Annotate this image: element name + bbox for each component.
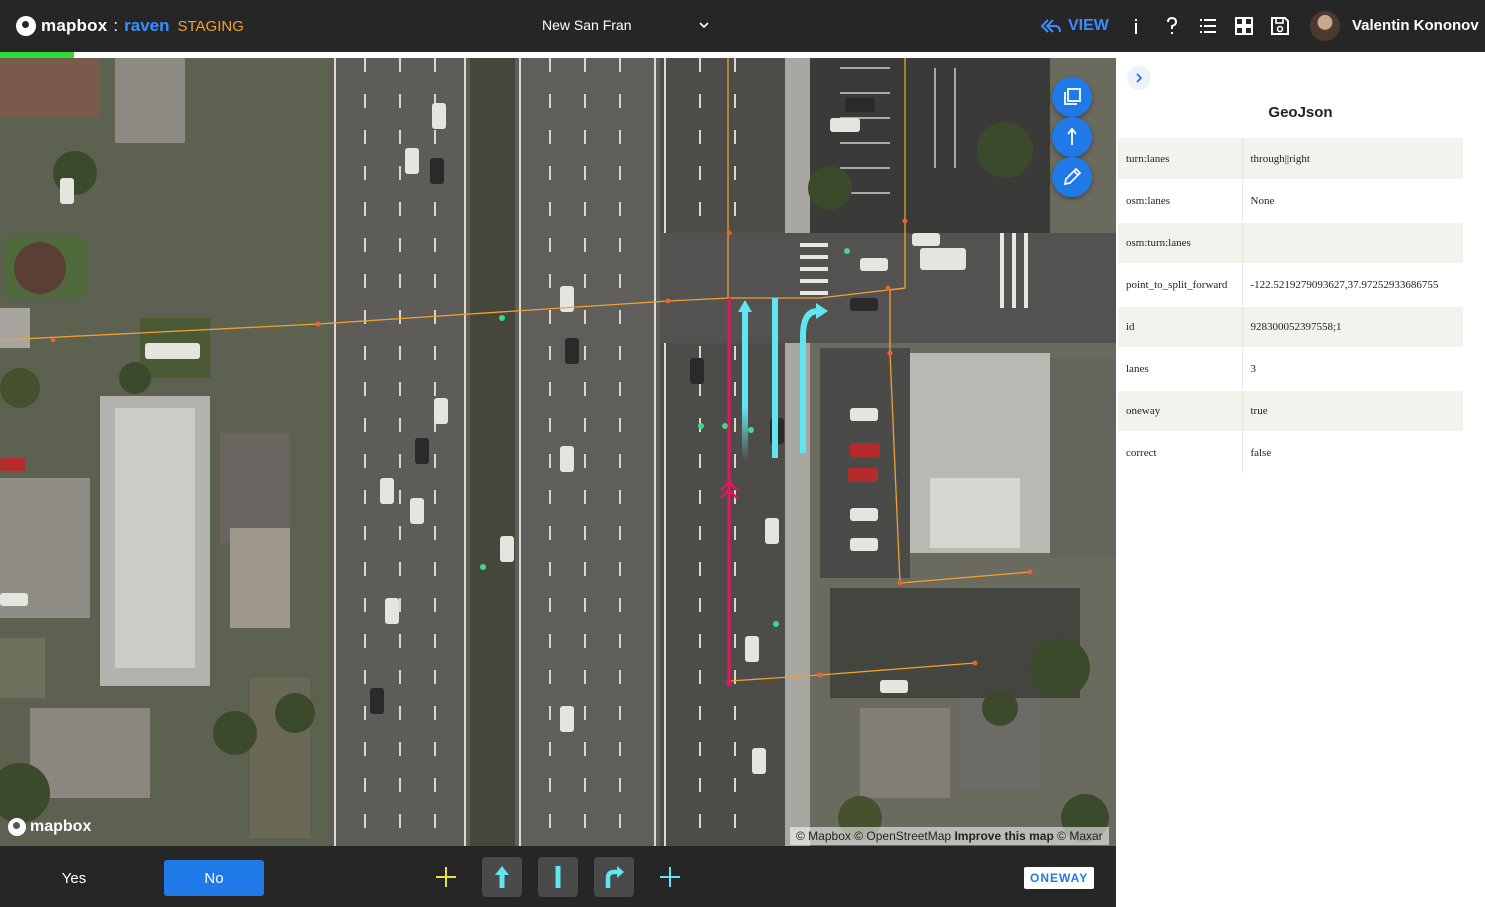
- view-mode-label: VIEW: [1068, 17, 1109, 34]
- property-value: None: [1242, 180, 1463, 223]
- through-lane-button[interactable]: [482, 857, 522, 897]
- layers-icon: [1064, 88, 1081, 105]
- app-brand[interactable]: mapbox : raven STAGING: [16, 13, 244, 39]
- oneway-badge: ONEWAY: [1024, 867, 1095, 889]
- yes-button[interactable]: Yes: [24, 860, 124, 896]
- save-icon[interactable]: [1269, 15, 1291, 37]
- property-key: id: [1118, 306, 1243, 349]
- direction-icon: [1067, 127, 1077, 145]
- table-row: lanes 3: [1118, 348, 1463, 391]
- property-value: 928300052397558;1: [1242, 306, 1463, 349]
- review-toolbar: Yes No ONEWAY: [0, 846, 1116, 907]
- property-value: true: [1242, 390, 1463, 433]
- brand-mapbox: mapbox: [41, 16, 108, 35]
- table-row: oneway true: [1118, 390, 1463, 433]
- table-row: osm:turn:lanes: [1118, 222, 1463, 265]
- user-name[interactable]: Valentin Kononov: [1352, 17, 1479, 34]
- property-key: osm:lanes: [1118, 180, 1243, 223]
- no-button[interactable]: No: [164, 860, 264, 896]
- property-key: oneway: [1118, 390, 1243, 433]
- table-row: turn:lanes through||right: [1118, 138, 1463, 181]
- map-view[interactable]: mapbox © Mapbox © OpenStreetMap Improve …: [0, 58, 1116, 846]
- brand-product: raven: [124, 16, 170, 35]
- view-mode-button[interactable]: VIEW: [1040, 14, 1109, 38]
- none-lane-icon: [555, 866, 561, 888]
- improve-map-link[interactable]: Improve this map: [954, 829, 1053, 843]
- table-row: osm:lanes None: [1118, 180, 1463, 223]
- top-bar: mapbox : raven STAGING New San Fran VIEW: [0, 0, 1485, 52]
- property-value: -122.5219279093627,37.97252933686755: [1242, 264, 1463, 307]
- avatar[interactable]: [1310, 11, 1340, 41]
- right-turn-lane-button[interactable]: [594, 857, 634, 897]
- edit-pencil-icon: [1063, 167, 1082, 186]
- property-key: lanes: [1118, 348, 1243, 391]
- info-icon[interactable]: [1125, 15, 1147, 37]
- attribution-osm[interactable]: © OpenStreetMap: [854, 829, 951, 843]
- property-value: through||right: [1242, 138, 1463, 181]
- reply-all-icon: [1040, 19, 1061, 33]
- region-selector[interactable]: New San Fran: [542, 17, 631, 33]
- property-key: correct: [1118, 432, 1243, 475]
- table-row: id 928300052397558;1: [1118, 306, 1463, 349]
- property-key: point_to_split_forward: [1118, 264, 1243, 307]
- grid-icon[interactable]: [1233, 15, 1255, 37]
- environment-label: STAGING: [177, 17, 244, 35]
- map-logo[interactable]: mapbox: [8, 818, 91, 836]
- collapse-panel-button[interactable]: [1127, 66, 1151, 90]
- attribution-mapbox[interactable]: © Mapbox: [796, 829, 851, 843]
- chevron-right-icon: [1136, 73, 1143, 83]
- edit-button[interactable]: [1052, 157, 1092, 197]
- brand-separator: :: [113, 16, 119, 35]
- property-value: false: [1242, 432, 1463, 475]
- direction-button[interactable]: [1052, 117, 1092, 157]
- add-lane-right-icon[interactable]: [657, 864, 683, 890]
- none-lane-button[interactable]: [538, 857, 578, 897]
- mapbox-logo-icon: [8, 818, 26, 836]
- panel-title: GeoJson: [1268, 104, 1333, 121]
- map-attribution: © Mapbox © OpenStreetMap Improve this ma…: [790, 827, 1109, 845]
- list-icon[interactable]: [1197, 15, 1219, 37]
- layers-button[interactable]: [1052, 77, 1092, 117]
- add-lane-left-icon[interactable]: [433, 864, 459, 890]
- property-value: 3: [1242, 348, 1463, 391]
- properties-panel: GeoJson turn:lanes through||right osm:lane…: [1116, 58, 1485, 907]
- property-value: [1242, 222, 1463, 265]
- table-row: point_to_split_forward -122.5219279093627…: [1118, 264, 1463, 307]
- property-key: osm:turn:lanes: [1118, 222, 1243, 265]
- through-lane-icon: [495, 866, 509, 888]
- chevron-down-icon[interactable]: [697, 16, 711, 34]
- mapbox-logo-icon: [16, 16, 36, 36]
- help-icon[interactable]: [1161, 15, 1183, 37]
- property-key: turn:lanes: [1118, 138, 1243, 181]
- map-logo-text: mapbox: [30, 818, 92, 835]
- table-row: correct false: [1118, 432, 1463, 475]
- attribution-maxar[interactable]: © Maxar: [1057, 829, 1103, 843]
- right-turn-lane-icon: [605, 866, 624, 888]
- satellite-imagery: [0, 58, 1116, 846]
- geojson-properties-table: turn:lanes through||right osm:lanes None osm…: [1118, 138, 1463, 475]
